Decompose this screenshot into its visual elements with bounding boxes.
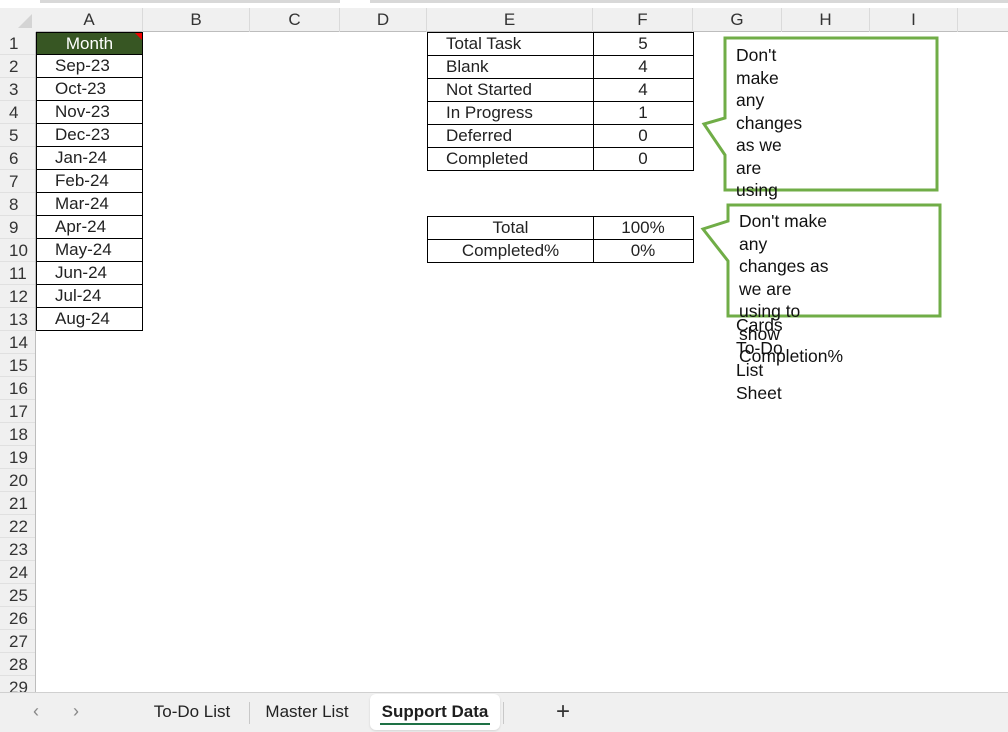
month-cell[interactable]: Feb-24 (36, 170, 143, 193)
completion-label-cell[interactable]: Completed% (427, 240, 594, 263)
summary-label-cell[interactable]: Completed (427, 148, 594, 171)
month-cell[interactable]: Jul-24 (36, 285, 143, 308)
column-header-b[interactable]: B (143, 8, 250, 32)
completion-value-cell[interactable]: 0% (593, 240, 694, 263)
row-header[interactable]: 11 (0, 262, 35, 285)
next-sheet-button[interactable]: › (64, 700, 88, 722)
add-sheet-button[interactable]: + (548, 694, 578, 730)
month-cell[interactable]: Apr-24 (36, 216, 143, 239)
comment-indicator-icon (135, 33, 142, 40)
row-header[interactable]: 9 (0, 216, 35, 239)
row-header[interactable]: 24 (0, 561, 35, 584)
row-header[interactable]: 18 (0, 423, 35, 446)
row-header[interactable]: 10 (0, 239, 35, 262)
month-cell[interactable]: Jan-24 (36, 147, 143, 170)
tab-separator (503, 702, 504, 724)
row-header[interactable]: 16 (0, 377, 35, 400)
summary-value-cell[interactable]: 1 (593, 102, 694, 125)
row-header[interactable]: 26 (0, 607, 35, 630)
sheet-tab-to-do-list[interactable]: To-Do List (140, 694, 244, 730)
summary-value-cell[interactable]: 5 (593, 32, 694, 56)
summary-value-cell[interactable]: 0 (593, 148, 694, 171)
callout-completion-text: Don't make any changes as we are using to … (739, 210, 843, 368)
column-header-c[interactable]: C (250, 8, 340, 32)
row-header[interactable]: 29 (0, 676, 35, 692)
row-header[interactable]: 15 (0, 354, 35, 377)
plus-icon: + (555, 698, 570, 725)
row-header[interactable]: 2 (0, 55, 35, 78)
month-cell[interactable]: May-24 (36, 239, 143, 262)
active-tab-underline (380, 723, 490, 725)
month-header-cell[interactable]: Month (36, 32, 143, 55)
row-header[interactable]: 22 (0, 515, 35, 538)
month-cell[interactable]: Nov-23 (36, 101, 143, 124)
callout-line: changes as we are (736, 112, 803, 178)
column-header-g[interactable]: G (693, 8, 782, 32)
column-header-e[interactable]: E (427, 8, 593, 32)
summary-label-cell[interactable]: In Progress (427, 102, 594, 125)
prev-sheet-button[interactable]: ‹ (24, 700, 48, 722)
row-header[interactable]: 21 (0, 492, 35, 515)
month-cell[interactable]: Mar-24 (36, 193, 143, 216)
summary-value-cell[interactable]: 4 (593, 79, 694, 102)
row-header[interactable]: 12 (0, 285, 35, 308)
sheet-tab-support-data[interactable]: Support Data (370, 694, 500, 730)
month-header-label: Month (65, 34, 114, 53)
row-header[interactable]: 4 (0, 101, 35, 124)
callout-line: using to show (739, 301, 801, 344)
row-header[interactable]: 8 (0, 193, 35, 216)
month-cell[interactable]: Oct-23 (36, 78, 143, 101)
column-header-i[interactable]: I (870, 8, 958, 32)
row-header[interactable]: 17 (0, 400, 35, 423)
top-strip (0, 0, 1008, 8)
summary-label-cell[interactable]: Blank (427, 56, 594, 79)
tab-separator (249, 702, 250, 724)
row-header[interactable]: 19 (0, 446, 35, 469)
sheet-tab-label: Master List (265, 702, 349, 721)
row-header[interactable]: 20 (0, 469, 35, 492)
select-all-corner[interactable] (0, 8, 36, 32)
summary-value-cell[interactable]: 0 (593, 125, 694, 148)
completion-value-cell[interactable]: 100% (593, 216, 694, 240)
chevron-right-icon: › (73, 701, 79, 721)
row-header[interactable]: 23 (0, 538, 35, 561)
sheet-tab-label: Support Data (381, 702, 489, 721)
summary-label-cell[interactable]: Deferred (427, 125, 594, 148)
row-header[interactable]: 1 (0, 32, 35, 55)
column-header-f[interactable]: F (593, 8, 693, 32)
row-header-bar: 1 2 3 4 5 6 7 8 9 10 11 12 13 14 15 16 17 18 19 20 21 22 23 24 2… (0, 32, 36, 692)
column-header-h[interactable]: H (782, 8, 870, 32)
callout-line: Don't make any (739, 211, 827, 254)
row-header[interactable]: 25 (0, 584, 35, 607)
chevron-left-icon: ‹ (33, 701, 39, 721)
callout-line: changes as we are (739, 256, 829, 299)
row-header[interactable]: 27 (0, 630, 35, 653)
formula-bar-edge (40, 0, 340, 3)
column-header-a[interactable]: A (36, 8, 143, 32)
row-header[interactable]: 28 (0, 653, 35, 676)
callout-line: Don't make any (736, 45, 779, 110)
summary-value-cell[interactable]: 4 (593, 56, 694, 79)
month-cell[interactable]: Aug-24 (36, 308, 143, 331)
callout-line: Sheet (736, 382, 782, 403)
sheet-tab-label: To-Do List (153, 702, 231, 721)
row-header[interactable]: 13 (0, 308, 35, 331)
row-header[interactable]: 6 (0, 147, 35, 170)
row-header[interactable]: 3 (0, 78, 35, 101)
row-header[interactable]: 5 (0, 124, 35, 147)
completion-label-cell[interactable]: Total (427, 216, 594, 240)
month-cell[interactable]: Sep-23 (36, 55, 143, 78)
select-all-triangle-icon (18, 14, 32, 28)
sheet-tab-master-list[interactable]: Master List (254, 694, 360, 730)
callout-line: Completion% (739, 346, 844, 366)
summary-label-cell[interactable]: Total Task (427, 32, 594, 56)
summary-label-cell[interactable]: Not Started (427, 79, 594, 102)
column-header-d[interactable]: D (340, 8, 427, 32)
row-header[interactable]: 14 (0, 331, 35, 354)
row-header[interactable]: 7 (0, 170, 35, 193)
month-cell[interactable]: Dec-23 (36, 124, 143, 147)
month-cell[interactable]: Jun-24 (36, 262, 143, 285)
formula-bar-edge-right (370, 0, 1008, 3)
